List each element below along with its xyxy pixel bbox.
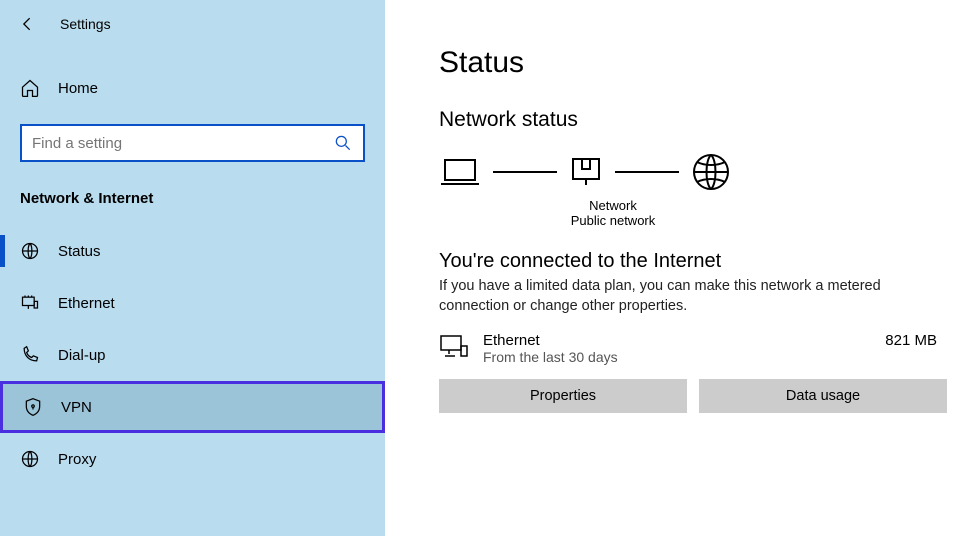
main-content: Status Network status Network Public net… [385, 0, 961, 536]
home-icon [20, 78, 40, 98]
data-usage-button[interactable]: Data usage [699, 379, 947, 413]
search-icon [333, 133, 353, 153]
connection-usage: 821 MB [885, 332, 937, 349]
network-diagram [439, 152, 947, 192]
sidebar-home[interactable]: Home [0, 66, 385, 110]
page-title: Status [439, 46, 947, 80]
properties-button[interactable]: Properties [439, 379, 687, 413]
nav-items: Status Ethernet Dial-up VPN Proxy [0, 225, 385, 485]
sidebar-item-label: Proxy [58, 451, 96, 468]
ethernet-icon [20, 293, 40, 313]
window-header: Settings [0, 6, 385, 42]
globe-large-icon [691, 152, 731, 192]
section-heading: Network status [439, 108, 947, 132]
laptop-icon [439, 156, 481, 188]
connection-sub: From the last 30 days [483, 349, 871, 365]
sidebar: Settings Home Network & Internet Status … [0, 0, 385, 536]
network-device-icon [569, 155, 603, 189]
sidebar-item-label: Status [58, 243, 101, 260]
back-icon[interactable] [18, 14, 38, 34]
shield-lock-icon [23, 397, 43, 417]
search-wrap [20, 124, 365, 162]
sidebar-item-proxy[interactable]: Proxy [0, 433, 385, 485]
sidebar-item-label: Dial-up [58, 347, 106, 364]
sidebar-item-vpn[interactable]: VPN [0, 381, 385, 433]
sidebar-item-label: Ethernet [58, 295, 115, 312]
diagram-line [493, 171, 557, 173]
search-input[interactable] [32, 135, 333, 152]
sidebar-item-ethernet[interactable]: Ethernet [0, 277, 385, 329]
connected-title: You're connected to the Internet [439, 250, 947, 273]
window-title: Settings [60, 16, 111, 32]
sidebar-item-label: VPN [61, 399, 92, 416]
connected-desc: If you have a limited data plan, you can… [439, 277, 939, 316]
search-box[interactable] [20, 124, 365, 162]
diagram-mid-label: Network [553, 198, 673, 213]
button-row: Properties Data usage [439, 379, 947, 413]
connection-name: Ethernet [483, 332, 871, 349]
diagram-line [615, 171, 679, 173]
connection-row: Ethernet From the last 30 days 821 MB [439, 332, 947, 365]
globe-icon [20, 449, 40, 469]
globe-icon [20, 241, 40, 261]
phone-icon [20, 345, 40, 365]
monitor-icon [439, 332, 469, 362]
diagram-caption: Network Public network [553, 198, 673, 228]
sidebar-category: Network & Internet [0, 190, 385, 207]
sidebar-item-dialup[interactable]: Dial-up [0, 329, 385, 381]
home-label: Home [58, 80, 98, 97]
diagram-mid-sub: Public network [553, 213, 673, 228]
sidebar-item-status[interactable]: Status [0, 225, 385, 277]
